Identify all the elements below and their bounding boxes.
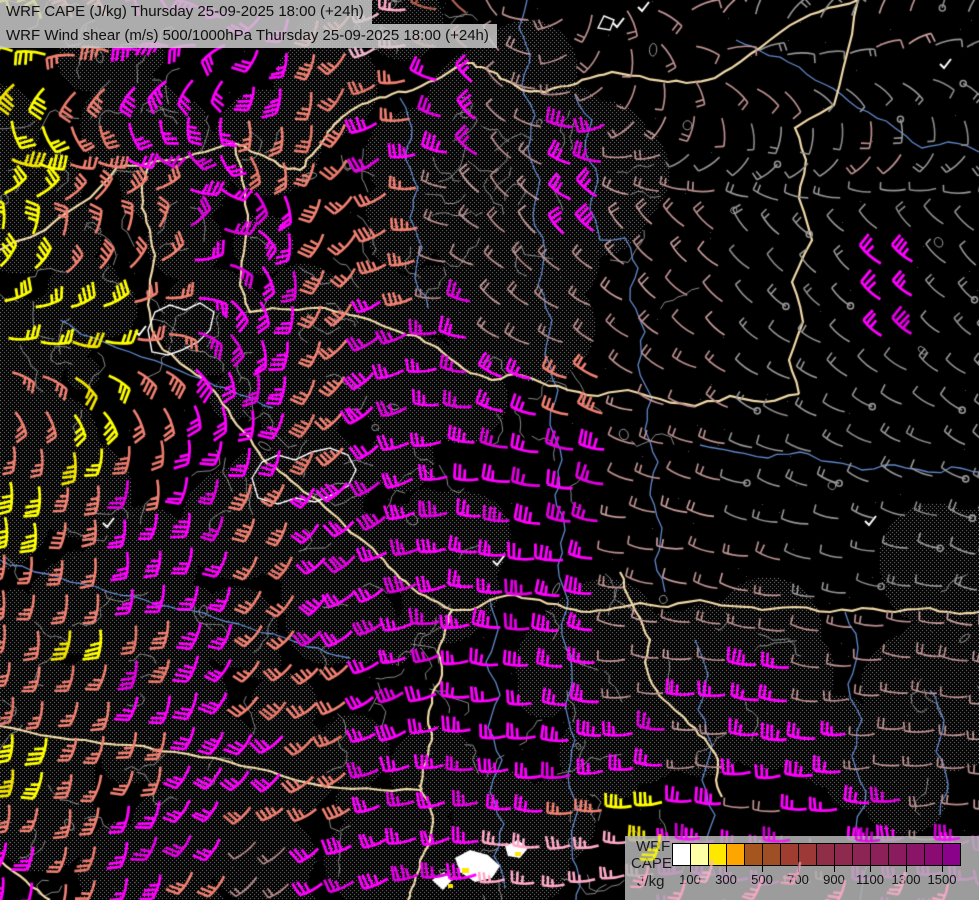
legend-swatch	[852, 843, 871, 866]
legend-swatch	[888, 843, 907, 866]
legend-swatch	[690, 843, 709, 866]
legend-colorbar	[672, 843, 961, 866]
legend-unit-label: J/kg	[637, 873, 665, 890]
weather-map-screen: WRF CAPE (J/kg) Thursday 25-09-2025 18:0…	[0, 0, 979, 900]
legend-swatch	[816, 843, 835, 866]
legend-tick-label: 300	[706, 872, 746, 887]
legend-swatch	[870, 843, 889, 866]
legend-tick-label: 700	[778, 872, 818, 887]
legend-swatch	[672, 843, 691, 866]
legend-model-label: WRF	[636, 838, 670, 855]
legend-tick-label: 1500	[922, 872, 962, 887]
legend-swatch	[708, 843, 727, 866]
legend-swatch	[798, 843, 817, 866]
legend-tick-label: 500	[742, 872, 782, 887]
legend-swatch	[744, 843, 763, 866]
legend-swatch	[834, 843, 853, 866]
legend-tick-label: 1100	[850, 872, 890, 887]
map-title-windshear: WRF Wind shear (m/s) 500/1000hPa Thursda…	[0, 24, 497, 48]
cape-color-legend: WRF CAPE J/kg 10030050070090011001300150…	[625, 836, 979, 900]
legend-swatch	[906, 843, 925, 866]
legend-swatch	[780, 843, 799, 866]
legend-tick-label: 1300	[886, 872, 926, 887]
weather-map-canvas	[0, 0, 979, 900]
legend-param-label: CAPE	[631, 855, 672, 872]
map-title-cape: WRF CAPE (J/kg) Thursday 25-09-2025 18:0…	[0, 0, 372, 24]
legend-tick-label: 100	[670, 872, 710, 887]
legend-swatch	[942, 843, 961, 866]
legend-swatch	[726, 843, 745, 866]
legend-swatch	[924, 843, 943, 866]
legend-swatch	[762, 843, 781, 866]
legend-tick-label: 900	[814, 872, 854, 887]
